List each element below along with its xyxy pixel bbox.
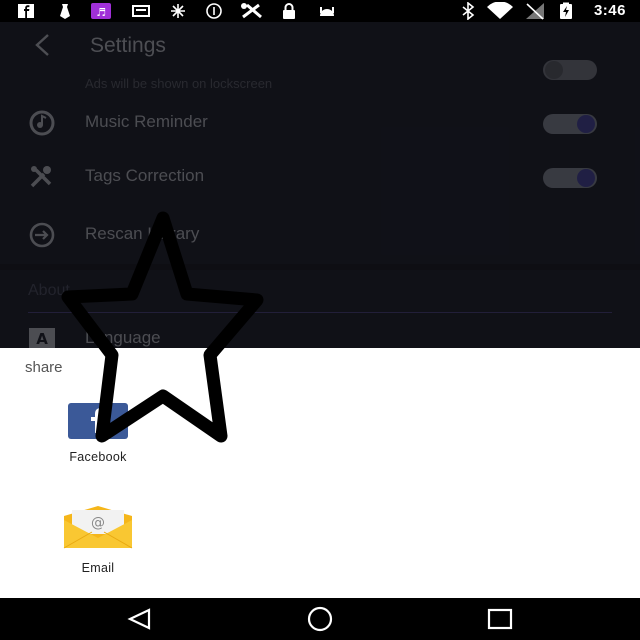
music-reminder-icon — [28, 110, 56, 136]
facebook-app-icon — [67, 403, 129, 444]
facebook-icon — [16, 2, 36, 20]
email-app-label: Email — [81, 561, 115, 575]
lockscreen-subtext: Ads will be shown on lockscreen — [85, 76, 273, 91]
info-icon — [203, 2, 225, 20]
setting-row-music-reminder[interactable]: Music Reminder — [0, 98, 640, 148]
rescan-icon — [28, 222, 56, 248]
section-underline — [28, 312, 612, 313]
lock-icon — [279, 2, 299, 20]
battery-charging-icon — [556, 2, 576, 20]
settings-screen: Settings Ads will be shown on lockscreen… — [0, 22, 640, 348]
fast-tools-icon — [238, 2, 266, 20]
share-title: share — [25, 359, 63, 376]
navigation-bar — [0, 598, 640, 640]
share-app-email[interactable]: @ Email — [48, 506, 148, 575]
status-bar: ♬ 3:46 — [0, 0, 640, 22]
svg-text:A: A — [36, 330, 48, 348]
section-divider — [0, 264, 640, 270]
svg-text:♬: ♬ — [96, 6, 106, 19]
rescan-library-label: Rescan Library — [85, 224, 200, 243]
status-time: 3:46 — [593, 2, 626, 19]
facebook-app-label: Facebook — [69, 450, 127, 464]
music-reminder-label: Music Reminder — [85, 112, 208, 131]
no-signal-icon — [524, 2, 546, 20]
nav-back-icon[interactable] — [122, 606, 158, 632]
setting-row-rescan-library[interactable]: Rescan Library — [0, 210, 640, 260]
tools-icon — [28, 164, 56, 190]
back-arrow-icon[interactable] — [30, 32, 56, 58]
music-reminder-toggle[interactable] — [543, 114, 597, 134]
email-app-icon: @ — [62, 506, 134, 555]
setting-row-tags-correction[interactable]: Tags Correction — [0, 152, 640, 202]
android-icon — [316, 2, 338, 20]
setting-row-language[interactable]: A Language — [0, 314, 640, 348]
share-app-facebook[interactable]: Facebook — [48, 403, 148, 464]
page-title: Settings — [90, 34, 166, 57]
music-app-icon: ♬ — [89, 2, 113, 20]
lockscreen-ads-toggle[interactable] — [543, 60, 597, 80]
bluetooth-icon — [459, 2, 477, 20]
tags-correction-toggle[interactable] — [543, 168, 597, 188]
tags-correction-label: Tags Correction — [85, 166, 205, 185]
language-label: Language — [85, 328, 161, 347]
nav-home-icon[interactable] — [302, 606, 338, 632]
fan-icon — [167, 2, 189, 20]
language-icon: A — [28, 326, 56, 348]
app-bar: Settings — [0, 22, 640, 70]
section-title-about: About — [28, 282, 70, 299]
wifi-icon — [485, 2, 515, 20]
tablet-icon — [130, 2, 152, 20]
share-sheet: share Facebook @ Email — [0, 348, 640, 598]
svg-text:@: @ — [91, 515, 105, 531]
tie-icon — [56, 2, 74, 20]
nav-recents-icon[interactable] — [482, 606, 518, 632]
